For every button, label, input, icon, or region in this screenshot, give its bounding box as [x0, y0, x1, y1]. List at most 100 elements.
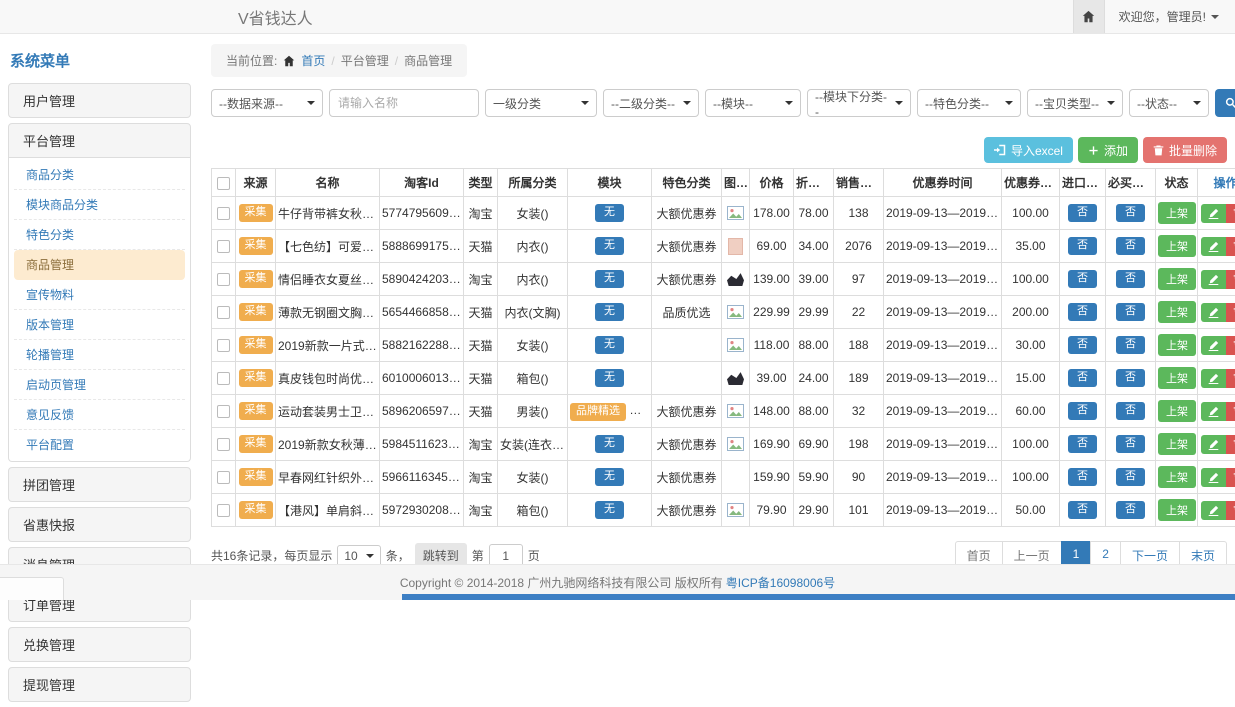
delete-button[interactable] [1226, 435, 1235, 454]
must-buy-toggle[interactable]: 否 [1116, 237, 1145, 254]
must-buy-toggle[interactable]: 否 [1116, 204, 1145, 221]
add-button[interactable]: 添加 [1078, 137, 1138, 163]
edit-button[interactable] [1201, 336, 1226, 355]
import-select-toggle[interactable]: 否 [1068, 402, 1097, 419]
sidebar-group-7[interactable]: 提现管理 [8, 667, 191, 702]
edit-button[interactable] [1201, 204, 1226, 223]
icp-link[interactable]: 粤ICP备16098006号 [726, 574, 835, 591]
status-on-shelf-button[interactable]: 上架 [1158, 400, 1196, 422]
cell-feature: 大额优惠券 [652, 263, 722, 296]
sidebar-group-2[interactable]: 拼团管理 [8, 467, 191, 502]
delete-button[interactable] [1226, 468, 1235, 487]
row-checkbox[interactable] [217, 207, 230, 220]
cell-price: 148.00 [750, 395, 794, 428]
source-badge: 采集 [239, 336, 273, 353]
must-buy-toggle[interactable]: 否 [1116, 435, 1145, 452]
sidebar-item-1[interactable]: 模块商品分类 [14, 190, 185, 220]
edit-button[interactable] [1201, 468, 1226, 487]
row-checkbox[interactable] [217, 240, 230, 253]
status-on-shelf-button[interactable]: 上架 [1158, 367, 1196, 389]
must-buy-toggle[interactable]: 否 [1116, 336, 1145, 353]
must-buy-toggle[interactable]: 否 [1116, 402, 1145, 419]
row-checkbox[interactable] [217, 471, 230, 484]
row-checkbox[interactable] [217, 339, 230, 352]
user-menu[interactable]: 欢迎您，管理员! [1105, 8, 1235, 25]
row-checkbox[interactable] [217, 372, 230, 385]
delete-button[interactable] [1226, 501, 1235, 520]
row-checkbox[interactable] [217, 504, 230, 517]
delete-button[interactable] [1226, 369, 1235, 388]
sidebar-group-0[interactable]: 用户管理 [8, 83, 191, 118]
data-source-select[interactable]: --数据来源-- [211, 89, 323, 117]
feature-select[interactable]: --特色分类-- [917, 89, 1021, 117]
edit-button[interactable] [1201, 303, 1226, 322]
row-checkbox[interactable] [217, 405, 230, 418]
status-on-shelf-button[interactable]: 上架 [1158, 499, 1196, 521]
delete-button[interactable] [1226, 303, 1235, 322]
sidebar-item-9[interactable]: 平台配置 [14, 430, 185, 459]
cell-discount-price: 69.90 [794, 428, 834, 461]
import-select-toggle[interactable]: 否 [1068, 435, 1097, 452]
jump-suf-label: 页 [528, 547, 540, 564]
sidebar-group-6[interactable]: 兑换管理 [8, 627, 191, 662]
import-excel-button[interactable]: 导入excel [984, 137, 1073, 163]
delete-button[interactable] [1226, 237, 1235, 256]
item-type-select[interactable]: --宝贝类型-- [1027, 89, 1123, 117]
breadcrumb-home-link[interactable]: 首页 [301, 52, 325, 69]
module-sub-select[interactable]: --模块下分类-- [807, 89, 911, 117]
row-checkbox[interactable] [217, 273, 230, 286]
must-buy-toggle[interactable]: 否 [1116, 501, 1145, 518]
row-checkbox[interactable] [217, 306, 230, 319]
name-input[interactable] [329, 89, 479, 117]
sidebar-group-3[interactable]: 省惠快报 [8, 507, 191, 542]
import-select-toggle[interactable]: 否 [1068, 204, 1097, 221]
sidebar-item-3[interactable]: 商品管理 [14, 250, 185, 280]
must-buy-toggle[interactable]: 否 [1116, 468, 1145, 485]
status-on-shelf-button[interactable]: 上架 [1158, 235, 1196, 257]
must-buy-toggle[interactable]: 否 [1116, 270, 1145, 287]
edit-button[interactable] [1201, 237, 1226, 256]
row-checkbox[interactable] [217, 438, 230, 451]
must-buy-toggle[interactable]: 否 [1116, 303, 1145, 320]
sidebar-item-6[interactable]: 轮播管理 [14, 340, 185, 370]
import-select-toggle[interactable]: 否 [1068, 369, 1097, 386]
sidebar-item-0[interactable]: 商品分类 [14, 160, 185, 190]
import-select-toggle[interactable]: 否 [1068, 270, 1097, 287]
delete-button[interactable] [1226, 402, 1235, 421]
import-select-toggle[interactable]: 否 [1068, 501, 1097, 518]
status-select[interactable]: --状态-- [1129, 89, 1209, 117]
sidebar-group-1[interactable]: 平台管理 [8, 123, 191, 158]
edit-button[interactable] [1201, 501, 1226, 520]
sidebar-item-8[interactable]: 意见反馈 [14, 400, 185, 430]
select-all-checkbox[interactable] [217, 177, 230, 190]
edit-button[interactable] [1201, 435, 1226, 454]
delete-button[interactable] [1226, 336, 1235, 355]
sidebar-item-7[interactable]: 启动页管理 [14, 370, 185, 400]
sidebar-item-4[interactable]: 宣传物料 [14, 280, 185, 310]
import-select-toggle[interactable]: 否 [1068, 303, 1097, 320]
cell-status: 上架 [1156, 461, 1198, 494]
import-select-toggle[interactable]: 否 [1068, 237, 1097, 254]
edit-button[interactable] [1201, 270, 1226, 289]
status-on-shelf-button[interactable]: 上架 [1158, 268, 1196, 290]
search-button[interactable]: 查询 [1215, 89, 1235, 117]
status-on-shelf-button[interactable]: 上架 [1158, 466, 1196, 488]
batch-delete-button[interactable]: 批量删除 [1143, 137, 1227, 163]
delete-button[interactable] [1226, 204, 1235, 223]
status-on-shelf-button[interactable]: 上架 [1158, 334, 1196, 356]
must-buy-toggle[interactable]: 否 [1116, 369, 1145, 386]
level2-category-select[interactable]: --二级分类-- [603, 89, 699, 117]
edit-button[interactable] [1201, 369, 1226, 388]
module-select[interactable]: --模块-- [705, 89, 801, 117]
edit-button[interactable] [1201, 402, 1226, 421]
home-button[interactable] [1073, 0, 1105, 33]
status-on-shelf-button[interactable]: 上架 [1158, 301, 1196, 323]
sidebar-item-5[interactable]: 版本管理 [14, 310, 185, 340]
level1-category-select[interactable]: 一级分类 [485, 89, 597, 117]
status-on-shelf-button[interactable]: 上架 [1158, 433, 1196, 455]
sidebar-item-2[interactable]: 特色分类 [14, 220, 185, 250]
import-select-toggle[interactable]: 否 [1068, 336, 1097, 353]
import-select-toggle[interactable]: 否 [1068, 468, 1097, 485]
status-on-shelf-button[interactable]: 上架 [1158, 202, 1196, 224]
delete-button[interactable] [1226, 270, 1235, 289]
